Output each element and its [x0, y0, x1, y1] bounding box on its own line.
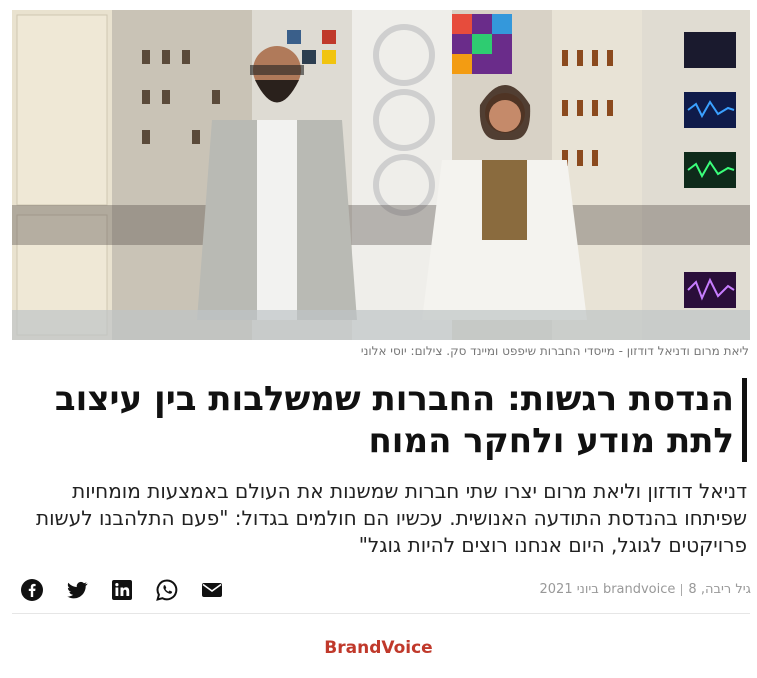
author-link[interactable]: גיל ריבה: [705, 582, 751, 597]
meta-comma: ,: [696, 582, 705, 597]
divider: [12, 613, 750, 614]
mail-icon[interactable]: [200, 578, 224, 602]
hero-photo: [12, 10, 750, 340]
article-title: הנדסת רגשות: החברות שמשלבות בין עיצוב לת…: [19, 378, 747, 462]
linkedin-icon[interactable]: [110, 578, 134, 602]
article-meta: גיל ריבה, brandvoice8 ביוני 2021: [540, 582, 752, 597]
facebook-icon[interactable]: [20, 578, 44, 602]
article-lede: דניאל דודזון וליאת מרום יצרו שתי חברות ש…: [35, 479, 747, 557]
channel-link[interactable]: brandvoice: [603, 582, 675, 597]
twitter-icon[interactable]: [65, 578, 89, 602]
whatsapp-icon[interactable]: [155, 578, 179, 602]
share-bar: [20, 578, 224, 602]
photo-caption: ליאת מרום ודניאל דודזון - מייסדי החברות …: [360, 344, 749, 358]
hero-illustration: [12, 10, 750, 340]
brandvoice-label[interactable]: BrandVoice: [0, 638, 757, 658]
meta-separator: [681, 583, 683, 596]
